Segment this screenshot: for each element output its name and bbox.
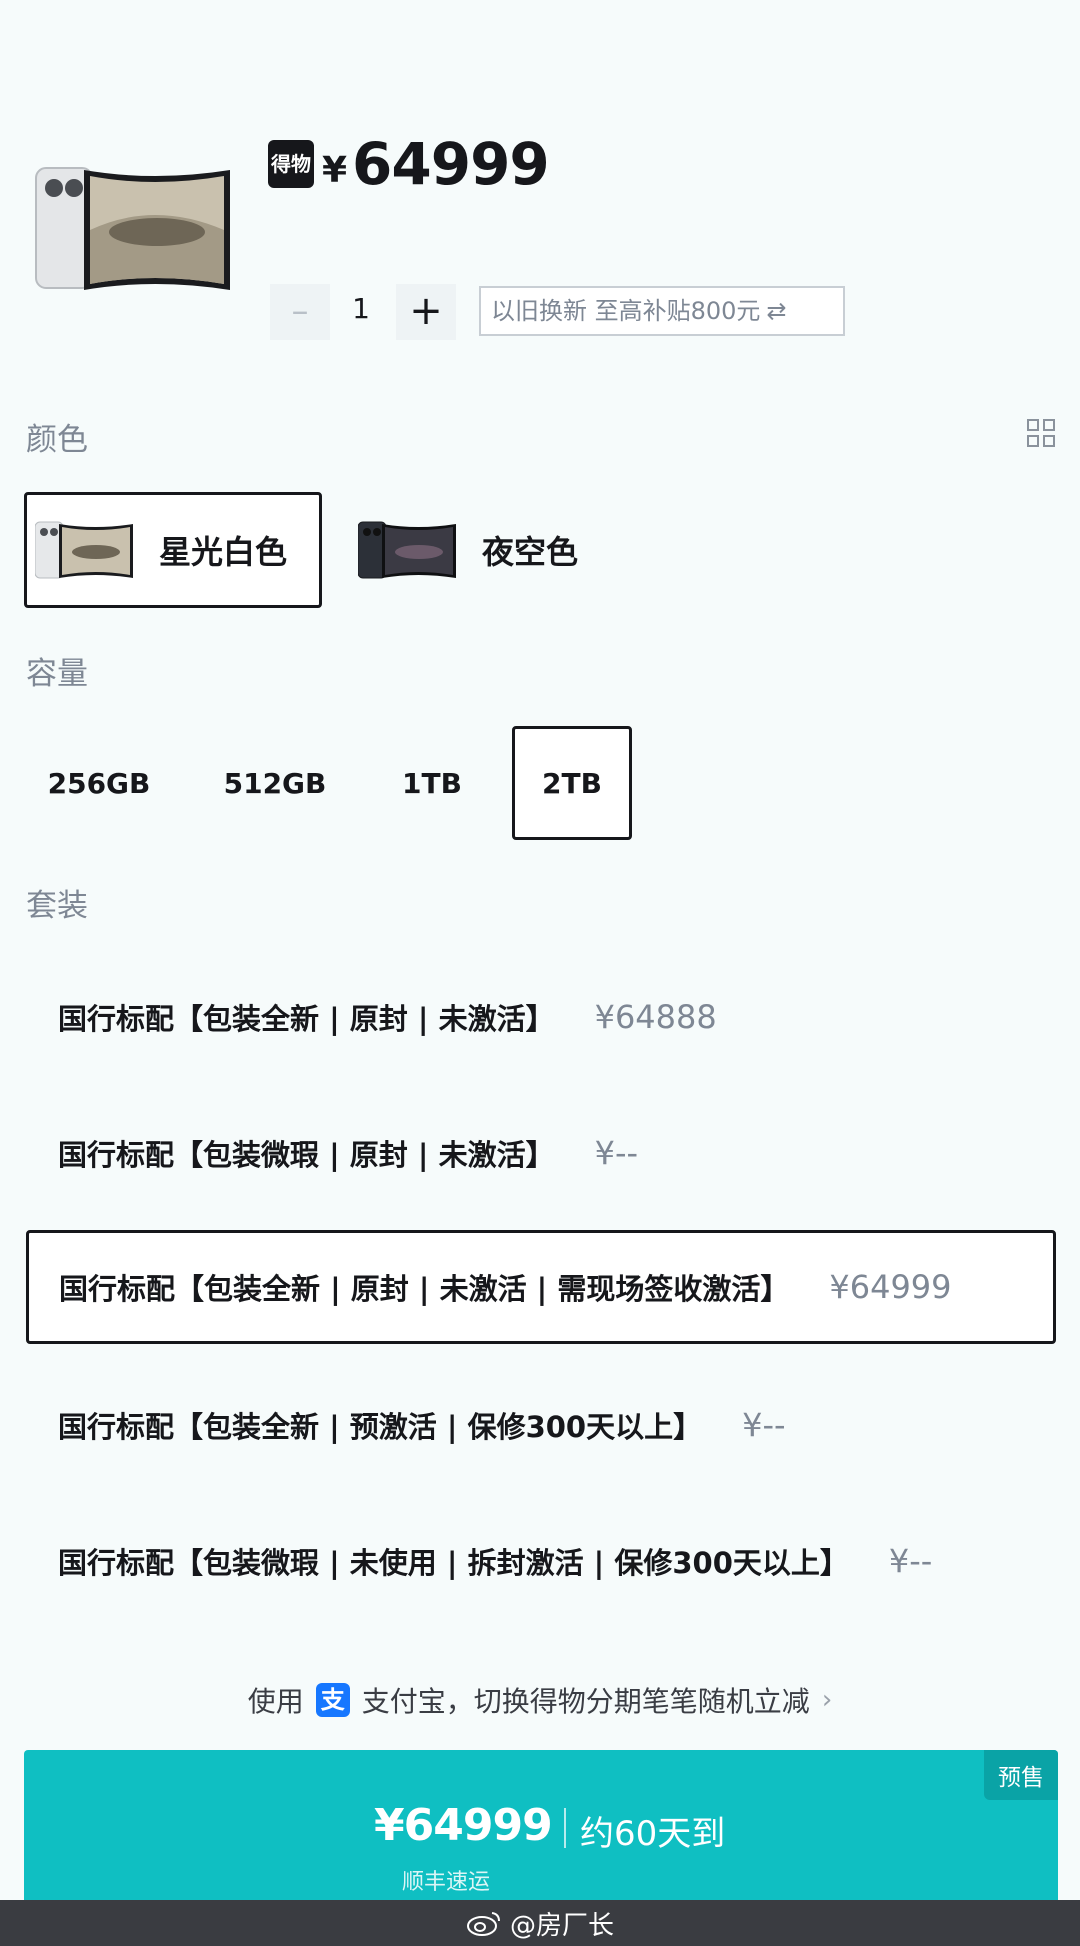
starlight-phone-thumbnail — [35, 521, 133, 579]
bundle-name: 国行标配【包装微瑕 | 未使用 | 拆封激活 | 保修300天以上】 — [58, 1546, 849, 1580]
capacity-option-512gb[interactable]: 512GB — [200, 726, 350, 840]
bundle-section-label: 套装 — [26, 888, 88, 924]
midnight-phone-thumbnail — [358, 521, 456, 579]
bundle-option-selected[interactable]: 国行标配【包装全新 | 原封 | 未激活 | 需现场签收激活】 ¥64999 — [26, 1230, 1056, 1344]
alipay-installment-promo[interactable]: 使用 支 支付宝，切换得物分期笔笔随机立减 › — [0, 1680, 1080, 1720]
promo-text: 支付宝，切换得物分期笔笔随机立减 — [361, 1685, 810, 1718]
alipay-icon: 支 — [315, 1683, 350, 1717]
header-price: 64999 — [352, 130, 550, 198]
color-option-label: 夜空色 — [482, 533, 579, 571]
buy-price: ¥64999 — [374, 1800, 553, 1851]
capacity-option-2tb[interactable]: 2TB — [512, 726, 632, 840]
weibo-icon — [466, 1912, 500, 1936]
color-option-midnight[interactable]: 夜空色 — [350, 492, 610, 608]
product-image — [34, 160, 236, 300]
chevron-right-icon: › — [821, 1685, 833, 1715]
color-option-starlight[interactable]: 星光白色 — [24, 492, 322, 608]
trade-in-button[interactable]: 以旧换新 至高补贴800元 ⇄ — [479, 286, 845, 336]
bundle-price: ¥64888 — [594, 998, 717, 1036]
brand-badge: 得物 — [268, 140, 314, 188]
trade-in-label: 以旧换新 至高补贴800元 — [491, 297, 761, 325]
quantity-decrement-button[interactable]: – — [270, 284, 330, 340]
promo-prefix: 使用 — [247, 1685, 304, 1718]
bundle-name: 国行标配【包装微瑕 | 原封 | 未激活】 — [58, 1138, 555, 1172]
minus-icon: – — [291, 291, 309, 331]
buy-divider — [564, 1808, 566, 1848]
quantity-value: 1 — [352, 292, 370, 325]
bundle-price: ¥-- — [888, 1542, 933, 1580]
capacity-option-256gb[interactable]: 256GB — [24, 726, 174, 840]
currency-symbol: ¥ — [322, 150, 348, 191]
bundle-option[interactable]: 国行标配【包装微瑕 | 原封 | 未激活】 ¥-- — [26, 1096, 1056, 1210]
delivery-eta: 约60天到 — [580, 1814, 726, 1854]
presale-tag: 预售 — [984, 1750, 1058, 1800]
buy-button[interactable]: 预售 ¥64999 约60天到 顺丰速运 — [24, 1750, 1058, 1900]
quantity-increment-button[interactable]: + — [396, 284, 456, 340]
bundle-price: ¥-- — [594, 1134, 639, 1172]
plus-icon: + — [409, 288, 443, 334]
swap-arrows-icon: ⇄ — [766, 297, 787, 325]
bundle-option[interactable]: 国行标配【包装全新 | 原封 | 未激活】 ¥64888 — [26, 960, 1056, 1074]
watermark-text: @房厂长 — [509, 1910, 614, 1941]
bundle-price: ¥64999 — [829, 1268, 952, 1306]
bundle-name: 国行标配【包装全新 | 原封 | 未激活 | 需现场签收激活】 — [59, 1272, 790, 1306]
bundle-name: 国行标配【包装全新 | 预激活 | 保修300天以上】 — [58, 1410, 703, 1444]
color-section-label: 颜色 — [26, 422, 88, 458]
color-option-label: 星光白色 — [159, 533, 288, 571]
watermark-bar: @房厂长 — [0, 1900, 1080, 1946]
capacity-section-label: 容量 — [26, 656, 88, 692]
capacity-option-1tb[interactable]: 1TB — [370, 726, 494, 840]
bundle-price: ¥-- — [742, 1406, 786, 1444]
grid-icon[interactable] — [1026, 418, 1056, 448]
bundle-name: 国行标配【包装全新 | 原封 | 未激活】 — [58, 1002, 555, 1036]
shipping-carrier: 顺丰速运 — [402, 1870, 491, 1895]
bundle-option[interactable]: 国行标配【包装全新 | 预激活 | 保修300天以上】 ¥-- — [26, 1368, 1056, 1482]
bundle-option[interactable]: 国行标配【包装微瑕 | 未使用 | 拆封激活 | 保修300天以上】 ¥-- — [26, 1504, 1056, 1618]
